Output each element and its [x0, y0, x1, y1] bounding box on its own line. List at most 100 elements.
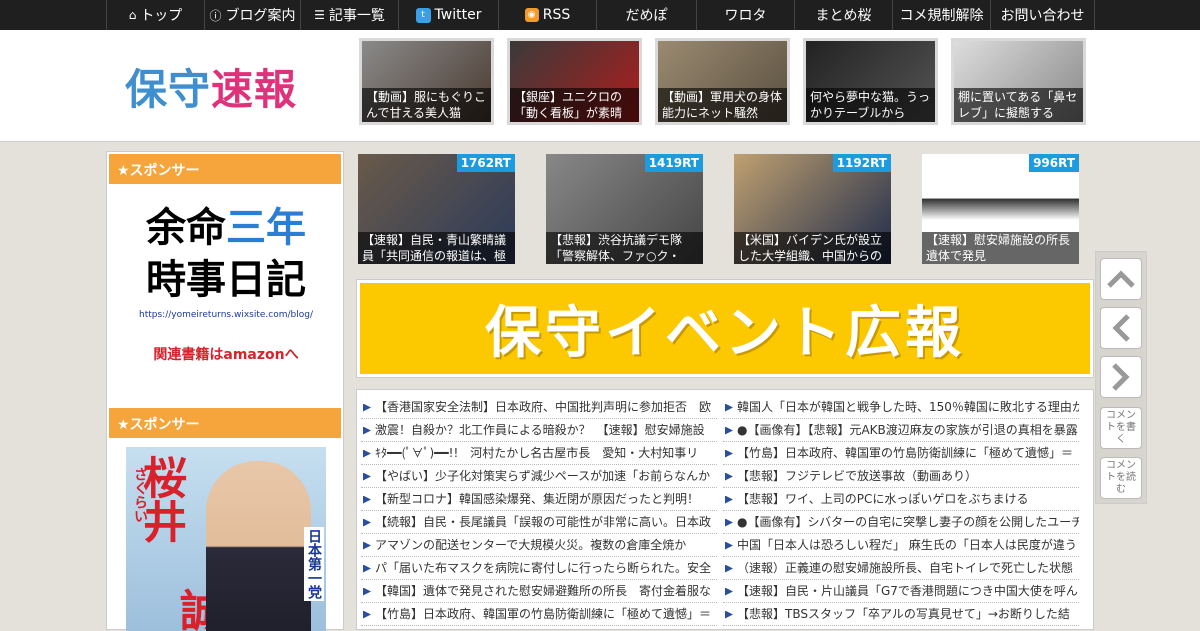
ranking-caption: 【速報】自民・青山繁晴議員「共同通信の報道は、極: [358, 232, 515, 264]
nav-label: コメ規制解除: [899, 8, 984, 24]
news-item[interactable]: ●【画像有】【悲報】元AKB渡辺麻友の家族が引退の真相を暴露: [723, 419, 1079, 442]
news-item[interactable]: パ「届いた布マスクを病院に寄付しに行ったら断られた。安全: [361, 557, 717, 580]
nav-item-3[interactable]: t Twitter: [398, 0, 498, 30]
nav-item-6[interactable]: ワロタ: [696, 0, 794, 30]
nav-label: お問い合わせ: [1000, 8, 1085, 24]
ranking-item-1[interactable]: 1762RT 【速報】自民・青山繁晴議員「共同通信の報道は、極: [358, 154, 515, 264]
left-sidebar: ★スポンサー 余命三年 時事日記 https://yomeireturns.wi…: [106, 151, 344, 631]
news-item[interactable]: アマゾンの配送センターで大規模火災。複数の倉庫全焼か: [361, 534, 717, 557]
event-banner[interactable]: 保守イベント広報: [356, 279, 1094, 378]
ranking-item-3[interactable]: 1192RT 【米国】バイデン氏が設立した大学組織、中国からの: [734, 154, 891, 264]
ranking-caption: 【米国】バイデン氏が設立した大学組織、中国からの: [734, 232, 891, 264]
header-thumb-4[interactable]: 何やら夢中な猫。うっかりテーブルから: [803, 38, 938, 125]
site-header: 保守速報 【動画】服にもぐりこんで甘える美人猫 【銀座】ユニクロの「動く看板」が…: [0, 30, 1200, 142]
sponsor-banner-yomei[interactable]: 余命三年 時事日記 https://yomeireturns.wixsite.c…: [121, 202, 331, 364]
candidate-party: 日本第一党: [304, 527, 324, 601]
list-icon: ☰: [314, 8, 325, 22]
main-content: 1762RT 【速報】自民・青山繁晴議員「共同通信の報道は、極 1419RT 【悲報…: [352, 151, 1098, 630]
news-item[interactable]: 【やばい】少子化対策実らず減少ペースが加速「お前らなんか: [361, 465, 717, 488]
ranking-item-2[interactable]: 1419RT 【悲報】渋谷抗議デモ隊「警察解体、ファ○ク・ザ・: [546, 154, 703, 264]
home-icon: ⌂: [128, 8, 137, 22]
comment-read-button[interactable]: コメントを読む: [1100, 457, 1142, 499]
thumb-caption: 棚に置いてある「鼻セレブ」に擬態する: [954, 88, 1083, 122]
nav-label: Twitter: [434, 7, 482, 23]
nav-label: RSS: [542, 7, 571, 23]
nav-label: まとめ桜: [815, 8, 872, 24]
book-subtitle: 時事日記: [146, 257, 306, 303]
rt-badge: 1762RT: [456, 154, 515, 172]
prev-article-button[interactable]: [1100, 307, 1142, 349]
thumb-caption: 何やら夢中な猫。うっかりテーブルから: [806, 88, 935, 122]
nav-item-9[interactable]: お問い合わせ: [990, 0, 1095, 30]
news-item[interactable]: 【悲報】TBSスタッフ「卒アルの写真見せて」→お断りした結: [723, 603, 1079, 626]
news-item[interactable]: 【竹島】日本政府、韓国軍の竹島防衛訓練に「極めて遺憾」＝: [361, 603, 717, 626]
book-title-part: 三年: [226, 205, 306, 251]
candidate-photo: [206, 461, 311, 631]
news-item[interactable]: 【竹島】日本政府、韓国軍の竹島防衛訓練に「極めて遺憾」＝: [723, 442, 1079, 465]
sponsor-heading: ★スポンサー: [109, 154, 341, 184]
header-thumb-3[interactable]: 【動画】軍用犬の身体能力にネット騒然: [655, 38, 790, 125]
news-item[interactable]: 韓国人「日本が韓国と戦争した時、150％韓国に敗北する理由か: [723, 396, 1079, 419]
site-logo[interactable]: 保守速報: [125, 56, 297, 117]
news-list: 【香港国家安全法制】日本政府、中国批判声明に参加拒否 欧激震！自殺か？北工作員に…: [356, 389, 1094, 630]
next-article-button[interactable]: [1100, 356, 1142, 398]
nav-label: 記事一覧: [328, 8, 385, 24]
nav-item-1[interactable]: ⓘ ブログ案内: [204, 0, 300, 30]
news-item[interactable]: 【速報】自民・片山議員「G7で香港問題につき中国大使を呼ん: [723, 580, 1079, 603]
side-tools: コメントを書く コメントを読む: [1095, 251, 1147, 504]
ranking-caption: 【速報】慰安婦施設の所長 遺体で発見: [922, 232, 1079, 264]
sponsor-banner-sakurai[interactable]: 桜井 さくらい 誠 日本第一党: [126, 447, 326, 631]
ranking-caption: 【悲報】渋谷抗議デモ隊「警察解体、ファ○ク・ザ・: [546, 232, 703, 264]
rt-badge: 996RT: [1029, 154, 1079, 172]
nav-label: ワロタ: [724, 8, 767, 24]
event-banner-text: 保守イベント広報: [360, 283, 1090, 374]
news-column-right: 韓国人「日本が韓国と戦争した時、150％韓国に敗北する理由か ●【画像有】【悲報】…: [723, 396, 1079, 626]
nav-label: トップ: [140, 8, 183, 24]
nav-item-0[interactable]: ⌂ トップ: [106, 0, 204, 30]
ranking-item-4[interactable]: 996RT 【速報】慰安婦施設の所長 遺体で発見: [922, 154, 1079, 264]
twitter-icon: t: [415, 7, 431, 23]
info-icon: ⓘ: [209, 8, 222, 23]
news-item[interactable]: 【香港国家安全法制】日本政府、中国批判声明に参加拒否 欧: [361, 396, 717, 419]
chevron-up-icon: [1107, 270, 1135, 288]
rt-badge: 1192RT: [832, 154, 891, 172]
rss-icon: ◉: [524, 8, 539, 22]
nav-item-7[interactable]: まとめ桜: [794, 0, 892, 30]
book-url: https://yomeireturns.wixsite.com/blog/: [139, 310, 313, 320]
sponsor-heading: ★スポンサー: [109, 408, 341, 438]
thumb-caption: 【動画】軍用犬の身体能力にネット騒然: [658, 88, 787, 122]
news-item[interactable]: 【韓国】遺体で発見された慰安婦避難所の所長 寄付金着服な: [361, 580, 717, 603]
chevron-left-icon: [1112, 314, 1130, 342]
nav-item-4[interactable]: ◉ RSS: [498, 0, 596, 30]
news-item[interactable]: 【続報】自民・長尾議員「誤報の可能性が非常に高い。日本政: [361, 511, 717, 534]
thumb-caption: 【動画】服にもぐりこんで甘える美人猫: [362, 88, 491, 122]
news-item[interactable]: 【悲報】ワイ、上司のPCに水っぽいゲロをぶちまける: [723, 488, 1079, 511]
candidate-reading: さくらい: [132, 467, 148, 523]
news-item[interactable]: 【悲報】フジテレビで放送事故（動画あり）: [723, 465, 1079, 488]
amazon-link[interactable]: 関連書籍はamazonへ: [121, 344, 331, 364]
global-nav: ⌂ トップ ⓘ ブログ案内 ☰ 記事一覧 t Twitter ◉ RSS だめぽ ワロタ まとめ桜 コメ規…: [0, 0, 1200, 30]
news-item[interactable]: 激震！自殺か？北工作員による暗殺か？ 【速報】慰安婦施設: [361, 419, 717, 442]
nav-items: ⌂ トップ ⓘ ブログ案内 ☰ 記事一覧 t Twitter ◉ RSS だめぽ ワロタ まとめ桜 コメ規…: [106, 0, 1095, 30]
nav-label: だめぽ: [625, 8, 668, 24]
nav-label: ブログ案内: [225, 8, 296, 24]
nav-item-2[interactable]: ☰ 記事一覧: [300, 0, 398, 30]
header-thumb-2[interactable]: 【銀座】ユニクロの「動く看板」が素晴: [507, 38, 642, 125]
nav-item-8[interactable]: コメ規制解除: [892, 0, 990, 30]
news-item[interactable]: （速報）正義連の慰安婦施設所長、自宅トイレで死亡した状態: [723, 557, 1079, 580]
news-item[interactable]: 【新型コロナ】韓国感染爆発、集近閉が原因だったと判明！: [361, 488, 717, 511]
rt-badge: 1419RT: [644, 154, 703, 172]
book-title-part: 余命: [146, 205, 226, 251]
scroll-top-button[interactable]: [1100, 258, 1142, 300]
comment-write-button[interactable]: コメントを書く: [1100, 407, 1142, 449]
chevron-right-icon: [1112, 363, 1130, 391]
header-thumb-5[interactable]: 棚に置いてある「鼻セレブ」に擬態する: [951, 38, 1086, 125]
news-item[interactable]: ●【画像有】シバターの自宅に突撃し妻子の顔を公開したユーチ: [723, 511, 1079, 534]
candidate-name: 桜井: [135, 455, 186, 543]
news-item[interactable]: ｷﾀ━━(ﾟ∀ﾟ)━━!! 河村たかし名古屋市長 愛知・大村知事リ: [361, 442, 717, 465]
header-thumb-1[interactable]: 【動画】服にもぐりこんで甘える美人猫: [359, 38, 494, 125]
thumb-caption: 【銀座】ユニクロの「動く看板」が素晴: [510, 88, 639, 122]
nav-item-5[interactable]: だめぽ: [596, 0, 696, 30]
news-column-left: 【香港国家安全法制】日本政府、中国批判声明に参加拒否 欧激震！自殺か？北工作員に…: [361, 396, 717, 626]
news-item[interactable]: 中国「日本人は恐ろしい程だ」 麻生氏の「日本人は民度が違う: [723, 534, 1079, 557]
